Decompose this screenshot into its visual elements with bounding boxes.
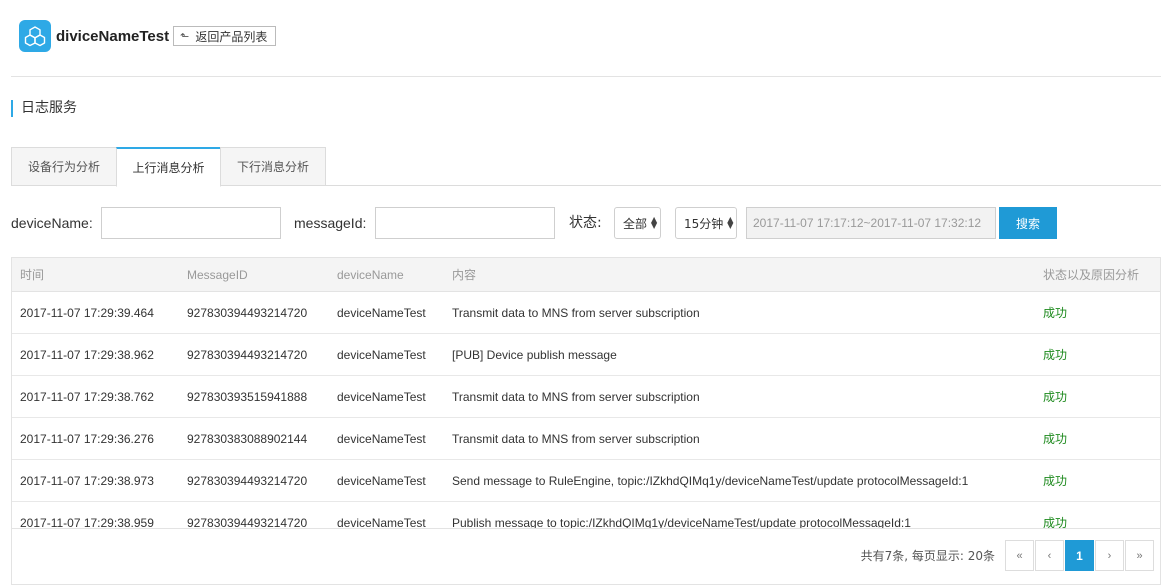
back-arrow-icon: ⬑ bbox=[180, 29, 190, 43]
cell-time: 2017-11-07 17:29:38.762 bbox=[20, 390, 154, 404]
header-divider bbox=[11, 76, 1161, 77]
cell-status: 成功 bbox=[1043, 306, 1068, 320]
cell-time: 2017-11-07 17:29:36.276 bbox=[20, 432, 154, 446]
column-header-message-id: MessageID bbox=[187, 268, 248, 282]
device-name-input[interactable] bbox=[101, 207, 281, 239]
cell-message-id: 927830394493214720 bbox=[187, 348, 308, 362]
cell-status: 成功 bbox=[1043, 348, 1068, 362]
product-cube-icon bbox=[19, 20, 51, 52]
next-page-button[interactable]: › bbox=[1095, 540, 1124, 571]
cell-device-name: deviceNameTest bbox=[337, 432, 426, 446]
column-header-time: 时间 bbox=[20, 268, 45, 282]
table-row: 2017-11-07 17:29:36.276 9278303830889021… bbox=[12, 418, 1160, 460]
table-row: 2017-11-07 17:29:38.962 9278303944932147… bbox=[12, 334, 1160, 376]
product-name: diviceNameTest bbox=[56, 27, 170, 45]
cell-message-id: 927830394493214720 bbox=[187, 306, 308, 320]
cell-message-id: 927830383088902144 bbox=[187, 432, 308, 446]
status-select-value: 全部 bbox=[623, 216, 648, 231]
cell-device-name: deviceNameTest bbox=[337, 348, 426, 362]
cell-device-name: deviceNameTest bbox=[337, 390, 426, 404]
time-window-select[interactable]: 15分钟 ▲ ▼ bbox=[675, 207, 737, 239]
filter-bar: deviceName: messageId: 状态: 全部 ▲ ▼ 15分钟 ▲ ▼… bbox=[11, 207, 1161, 239]
search-button[interactable]: 搜索 bbox=[999, 207, 1057, 239]
status-select[interactable]: 全部 ▲ ▼ bbox=[614, 207, 661, 239]
status-label: 状态: bbox=[569, 215, 602, 231]
cell-device-name: deviceNameTest bbox=[337, 516, 426, 529]
cell-time: 2017-11-07 17:29:38.973 bbox=[20, 474, 154, 488]
cell-content: [PUB] Device publish message bbox=[452, 348, 617, 362]
device-name-label: deviceName: bbox=[11, 215, 93, 231]
message-id-input[interactable] bbox=[375, 207, 555, 239]
select-caret-icon: ▲ ▼ bbox=[651, 215, 658, 230]
first-page-button[interactable]: « bbox=[1005, 540, 1034, 571]
page-1-button[interactable]: 1 bbox=[1065, 540, 1094, 571]
back-to-product-list-button[interactable]: ⬑ 返回产品列表 bbox=[173, 26, 277, 46]
cell-status: 成功 bbox=[1043, 390, 1068, 404]
cell-message-id: 927830394493214720 bbox=[187, 474, 308, 488]
cell-content: Publish message to topic:/IZkhdQIMq1y/de… bbox=[452, 516, 911, 529]
time-window-value: 15分钟 bbox=[684, 216, 724, 231]
cell-device-name: deviceNameTest bbox=[337, 474, 426, 488]
table-row: 2017-11-07 17:29:38.959 9278303944932147… bbox=[12, 502, 1160, 529]
tab-device-behavior[interactable]: 设备行为分析 bbox=[11, 147, 117, 186]
cell-content: Transmit data to MNS from server subscri… bbox=[452, 432, 700, 446]
cell-status: 成功 bbox=[1043, 474, 1068, 488]
column-header-status: 状态以及原因分析 bbox=[1043, 268, 1140, 282]
log-table: 时间 MessageID deviceName 内容 状态以及原因分析 2017… bbox=[11, 257, 1161, 529]
table-row: 2017-11-07 17:29:39.464 9278303944932147… bbox=[12, 292, 1160, 334]
select-caret-icon: ▲ ▼ bbox=[727, 215, 734, 230]
tab-upstream-messages[interactable]: 上行消息分析 bbox=[116, 147, 221, 187]
cell-message-id: 927830393515941888 bbox=[187, 390, 308, 404]
pagination: « ‹ 1 › » bbox=[1005, 540, 1154, 571]
back-button-label: 返回产品列表 bbox=[195, 29, 268, 44]
tab-downstream-messages[interactable]: 下行消息分析 bbox=[220, 147, 326, 186]
cell-message-id: 927830394493214720 bbox=[187, 516, 308, 529]
cell-time: 2017-11-07 17:29:39.464 bbox=[20, 306, 154, 320]
column-header-content: 内容 bbox=[452, 268, 477, 282]
prev-page-button[interactable]: ‹ bbox=[1035, 540, 1064, 571]
tab-bar: 设备行为分析 上行消息分析 下行消息分析 bbox=[11, 147, 1161, 187]
cell-status: 成功 bbox=[1043, 432, 1068, 446]
section-title: 日志服务 bbox=[11, 100, 77, 117]
cell-time: 2017-11-07 17:29:38.962 bbox=[20, 348, 154, 362]
pagination-summary: 共有7条, 每页显示: 20条 bbox=[860, 549, 995, 563]
column-header-device-name: deviceName bbox=[337, 268, 404, 282]
table-footer: 共有7条, 每页显示: 20条 « ‹ 1 › » bbox=[11, 529, 1161, 585]
last-page-button[interactable]: » bbox=[1125, 540, 1154, 571]
table-row: 2017-11-07 17:29:38.762 9278303935159418… bbox=[12, 376, 1160, 418]
cell-content: Transmit data to MNS from server subscri… bbox=[452, 390, 700, 404]
cell-status: 成功 bbox=[1043, 516, 1068, 529]
tab-label: 下行消息分析 bbox=[236, 160, 309, 174]
cell-content: Send message to RuleEngine, topic:/IZkhd… bbox=[452, 474, 969, 488]
product-header: diviceNameTest ⬑ 返回产品列表 bbox=[19, 19, 277, 53]
cell-content: Transmit data to MNS from server subscri… bbox=[452, 306, 700, 320]
message-id-label: messageId: bbox=[294, 215, 367, 231]
cell-device-name: deviceNameTest bbox=[337, 306, 426, 320]
tab-label: 上行消息分析 bbox=[132, 161, 205, 175]
tab-label: 设备行为分析 bbox=[27, 160, 100, 174]
cell-time: 2017-11-07 17:29:38.959 bbox=[20, 516, 154, 529]
table-header: 时间 MessageID deviceName 内容 状态以及原因分析 bbox=[12, 258, 1160, 292]
table-row: 2017-11-07 17:29:38.973 9278303944932147… bbox=[12, 460, 1160, 502]
time-range-field[interactable]: 2017-11-07 17:17:12~2017-11-07 17:32:12 bbox=[746, 207, 996, 239]
